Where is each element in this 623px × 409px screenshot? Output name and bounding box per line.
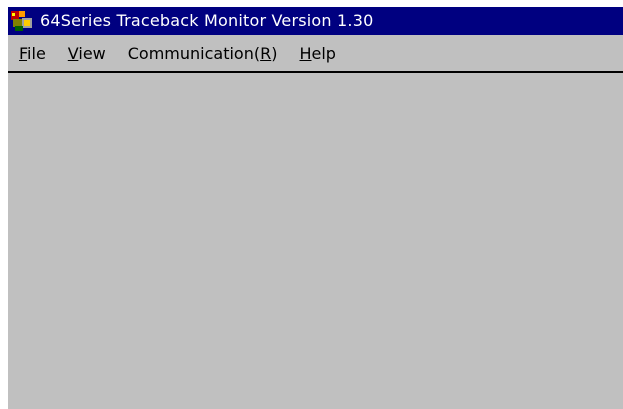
menu-communication-suffix: ) — [271, 43, 278, 63]
client-area — [8, 73, 623, 409]
menu-communication[interactable]: Communication(R) — [120, 42, 286, 65]
menu-file-label: ile — [27, 43, 46, 63]
menu-help-label: elp — [311, 43, 336, 63]
app-window: 64Series Traceback Monitor Version 1.30 … — [8, 7, 623, 409]
window-title: 64Series Traceback Monitor Version 1.30 — [40, 11, 374, 30]
app-icon[interactable] — [10, 9, 34, 33]
menu-communication-prefix: Communication( — [127, 43, 261, 63]
menu-bar: File View Communication(R) Help — [8, 35, 623, 73]
menu-file-mnemonic: F — [19, 43, 28, 63]
menu-help[interactable]: Help — [291, 42, 343, 65]
menu-file[interactable]: File — [11, 42, 54, 65]
menu-help-mnemonic: H — [299, 43, 312, 63]
menu-view[interactable]: View — [60, 42, 114, 65]
menu-view-label: iew — [78, 43, 106, 63]
menu-view-mnemonic: V — [67, 43, 79, 63]
title-bar[interactable]: 64Series Traceback Monitor Version 1.30 — [8, 7, 623, 35]
menu-communication-mnemonic: R — [260, 43, 272, 63]
